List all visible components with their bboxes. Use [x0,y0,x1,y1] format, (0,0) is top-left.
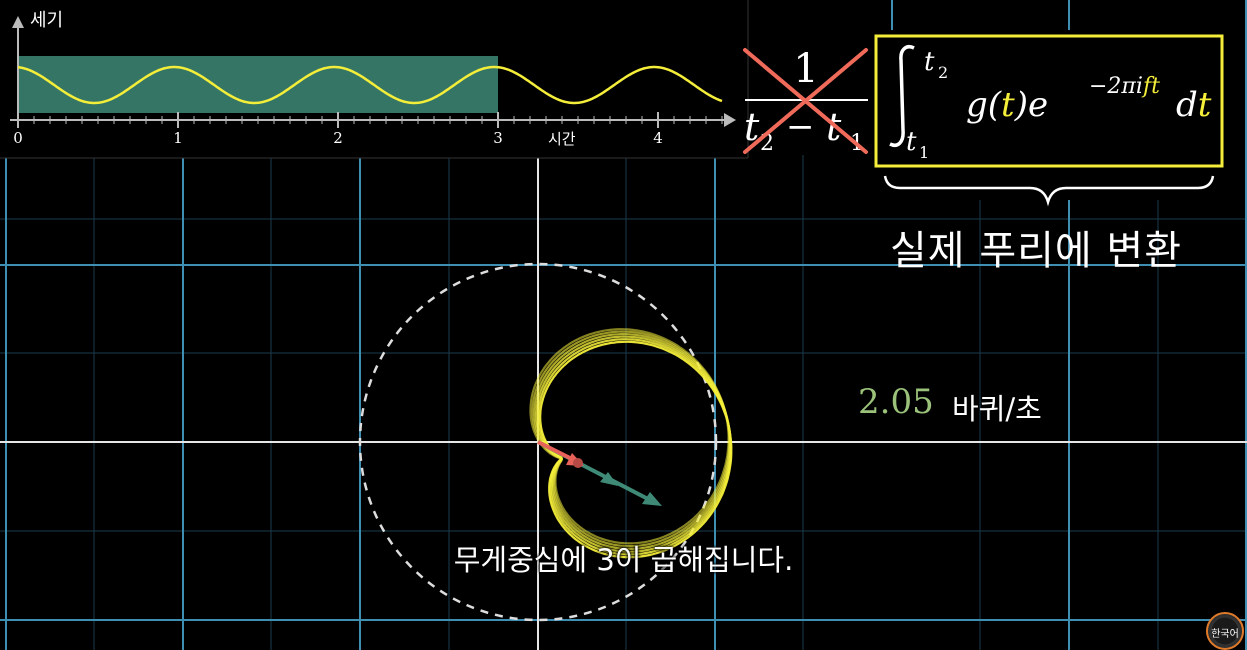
wound-signal-curves [529,328,733,559]
exponent: −2πift [1089,74,1160,99]
fourier-formula: 1 t 2 − t 1 t 2 t 1 g(t)e −2πift dt [743,34,1224,207]
language-badge-label: 한국어 [1211,629,1239,640]
subtitle-caption: 무게중심에 3이 곱해집니다. [453,543,794,577]
x-tick-label: 0 [13,129,23,147]
signal-graph [0,0,749,159]
integrand-e: )e [1014,85,1048,125]
exponent-prefix: −2πi [1089,74,1143,99]
integrand: g(t)e [966,85,1048,125]
differential-t: t [1198,85,1212,125]
integral-upper-limit-sub: 2 [938,63,948,82]
x-axis-label: 시간 [548,130,576,148]
differential-d: d [1176,85,1198,125]
x-tick-label: 3 [493,129,503,147]
integral-upper-limit: t [924,47,935,77]
x-tick-label: 1 [173,129,183,147]
y-axis-label: 세기 [30,10,64,31]
time-window-highlight [18,56,498,113]
integrand-g: g( [966,85,1002,125]
underbrace-icon [883,175,1215,207]
x-tick-label: 2 [333,129,343,147]
integrand-t: t [1001,85,1015,125]
integral-lower-limit: t [906,127,917,157]
x-tick-label: 4 [653,129,663,147]
center-of-mass-dot [573,458,583,468]
frequency-unit: 바퀴/초 [952,392,1042,426]
brace-caption: 실제 푸리에 변환 [890,228,1183,274]
exponent-t: t [1151,74,1160,99]
fraction-numerator: 1 [793,46,818,92]
integral-lower-limit-sub: 1 [919,143,929,162]
differential: dt [1176,85,1212,125]
language-badge[interactable]: 한국어 [1206,612,1244,650]
frequency-value: 2.05 [858,382,934,422]
